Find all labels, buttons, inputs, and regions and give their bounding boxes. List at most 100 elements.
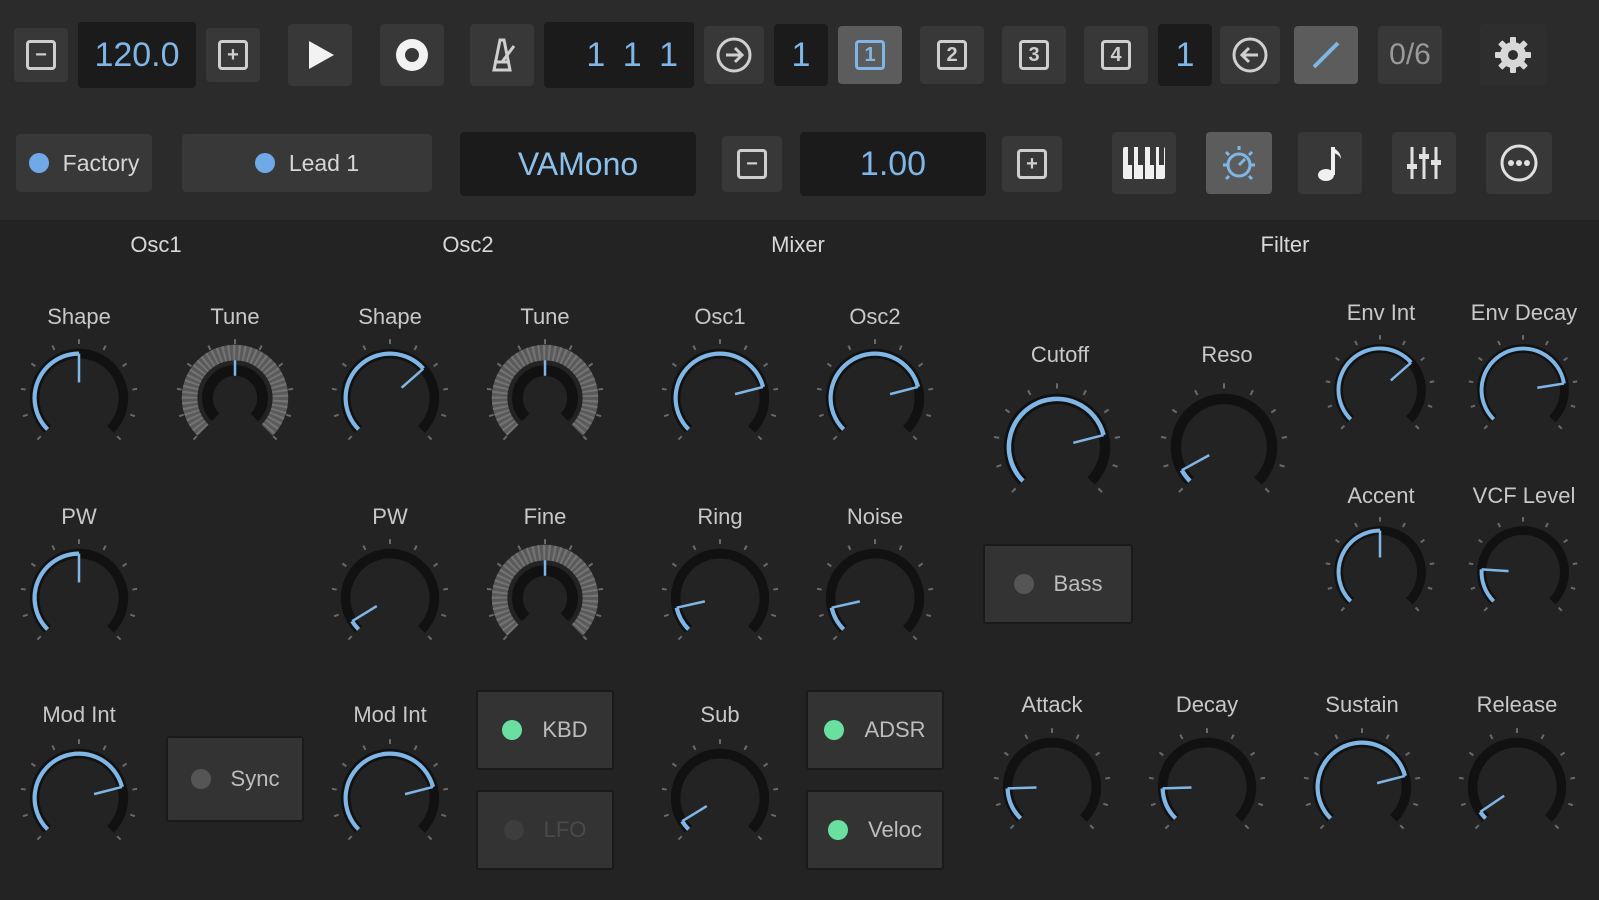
knob-label-mix-osc1: Osc1 [694,304,746,329]
knob-label-sub: Sub [700,702,740,727]
knob-accent[interactable] [1324,516,1436,628]
lfo-label: LFO [543,817,587,842]
knob-attack[interactable] [992,727,1112,847]
back-button[interactable] [1220,26,1280,84]
knob-label-attack: Attack [1021,692,1083,717]
knob-noise[interactable] [815,538,935,658]
knob-sub[interactable] [660,738,780,858]
synth-name-display[interactable]: VAMono [460,132,696,196]
mixer-view-button[interactable] [1392,132,1456,194]
music-note-icon [1318,147,1341,181]
knob-label-accent: Accent [1347,483,1415,508]
knob-label-osc2-shape: Shape [358,304,422,329]
knob-label-osc2-pw: PW [372,504,408,529]
knob-env-decay[interactable] [1467,334,1579,446]
knob-release[interactable] [1457,727,1577,847]
knob-env-int[interactable] [1324,334,1436,446]
knob-osc1-pw[interactable] [19,538,139,658]
patch-selector[interactable]: Lead 1 [182,134,432,192]
knob-osc2-tune[interactable] [485,338,605,458]
value-text: 1.00 [859,144,927,183]
knob-osc1-mod[interactable] [19,738,139,858]
kbd-led-icon [502,720,523,740]
pattern-count-display[interactable]: 1 [1158,24,1212,86]
veloc-label: Veloc [868,817,922,842]
section-filter-title: Filter [1260,232,1310,257]
plus-icon: + [1017,149,1047,179]
knob-osc1-shape[interactable] [19,338,139,458]
knob-label-env-decay: Env Decay [1470,300,1578,325]
knob-label-osc1-tune: Tune [210,304,260,329]
tempo-display[interactable]: 120.0 [78,22,196,88]
lfo-toggle[interactable]: LFO [476,790,614,870]
sync-toggle[interactable]: Sync [166,736,304,822]
transport-bar: − 120.0 + 1 1 1 1 1 2 3 4 1 0/6 [0,0,1599,110]
play-button[interactable] [288,24,352,86]
kbd-toggle[interactable]: KBD [476,690,614,770]
step-value-display[interactable]: 1 [774,24,828,86]
knob-sustain[interactable] [1302,727,1422,847]
pattern-3-label: 3 [1019,40,1049,70]
knob-mix-osc2[interactable] [815,338,935,458]
section-osc1-title: Osc1 [130,232,182,257]
knob-label-osc1-pw: PW [61,504,97,529]
plus-icon: + [218,40,248,70]
knob-osc2-pw[interactable] [330,538,450,658]
knob-reso[interactable] [1159,382,1289,512]
knob-vcf-level[interactable] [1467,516,1579,628]
knob-cutoff[interactable] [992,382,1122,512]
pattern-2-button[interactable]: 2 [920,26,984,84]
minus-icon: − [737,149,767,179]
bass-toggle[interactable]: Bass [983,544,1133,624]
knob-osc2-mod[interactable] [330,738,450,858]
tempo-increase-button[interactable]: + [206,28,260,82]
knob-decay[interactable] [1147,727,1267,847]
steps-value: 0/6 [1389,38,1431,71]
bass-led-icon [1013,574,1034,594]
knob-label-osc2-mod: Mod Int [353,702,427,727]
sequence-view-button[interactable] [1298,132,1362,194]
preset-bar: Factory Lead 1 VAMono − 1.00 + [0,110,1599,221]
knob-label-osc1-shape: Shape [47,304,111,329]
pattern-1-label: 1 [855,40,885,70]
knob-label-noise: Noise [846,504,904,529]
keyboard-view-button[interactable] [1112,132,1176,194]
value-display[interactable]: 1.00 [800,132,986,196]
arrow-left-circle-icon [1232,37,1268,73]
metronome-button[interactable] [470,24,534,86]
record-button[interactable] [380,24,444,86]
tempo-decrease-button[interactable]: − [14,28,68,82]
bank-label: Factory [62,149,140,176]
adsr-toggle[interactable]: ADSR [806,690,944,770]
pattern-4-button[interactable]: 4 [1084,26,1148,84]
knob-label-mix-osc2: Osc2 [849,304,901,329]
pattern-1-button[interactable]: 1 [838,26,902,84]
forward-button[interactable] [704,26,764,84]
synth-view-button[interactable] [1206,132,1272,194]
value-increase-button[interactable]: + [1002,136,1062,192]
knob-mix-osc1[interactable] [660,338,780,458]
tempo-value: 120.0 [94,35,180,74]
bank-dot-icon [28,153,49,173]
more-options-button[interactable] [1486,132,1552,194]
draw-mode-button[interactable] [1294,26,1358,84]
veloc-toggle[interactable]: Veloc [806,790,944,870]
pattern-3-button[interactable]: 3 [1002,26,1066,84]
settings-button[interactable] [1480,24,1546,86]
bank-selector[interactable]: Factory [16,134,152,192]
pattern-4-label: 4 [1101,40,1131,70]
knob-label-vcf-level: VCF Level [1472,483,1576,508]
knob-osc1-tune[interactable] [175,338,295,458]
position-value: 1 1 1 [586,35,682,74]
knob-fine[interactable] [485,538,605,658]
position-display[interactable]: 1 1 1 [544,22,694,88]
kbd-label: KBD [542,717,588,742]
knob-osc2-shape[interactable] [330,338,450,458]
knob-icon [1223,146,1255,181]
steps-display[interactable]: 0/6 [1378,26,1442,84]
arrow-right-circle-icon [716,37,752,73]
knob-label-reso: Reso [1201,342,1253,367]
value-decrease-button[interactable]: − [722,136,782,192]
sync-led-icon [190,769,211,789]
knob-ring[interactable] [660,538,780,658]
